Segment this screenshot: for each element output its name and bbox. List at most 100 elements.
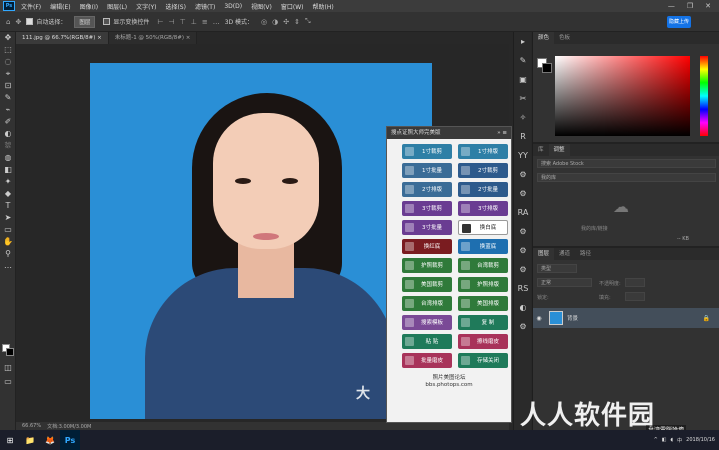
show-transform-checkbox[interactable]: [103, 18, 111, 25]
type-tool-icon[interactable]: T: [0, 200, 16, 212]
layer-kind-filter[interactable]: 类型: [537, 264, 577, 273]
plugin-button[interactable]: 3寸裁剪: [402, 201, 452, 216]
3d-scale-icon[interactable]: ⤡: [305, 17, 311, 26]
3d-rotate-icon[interactable]: ◎: [261, 18, 267, 26]
plugin-button[interactable]: 1寸排版: [458, 144, 508, 159]
tab-layers[interactable]: 图层: [533, 248, 555, 260]
align-left-icon[interactable]: ⊢: [157, 18, 163, 26]
rectangle-tool-icon[interactable]: ▭: [0, 224, 16, 236]
3d-drag-icon[interactable]: ✣: [283, 18, 289, 26]
plugin-button[interactable]: 2寸裁剪: [458, 163, 508, 178]
menu-type[interactable]: 文字(Y): [136, 2, 156, 11]
auto-select-dropdown[interactable]: 图层: [74, 15, 96, 28]
blur-tool-icon[interactable]: ✦: [0, 176, 16, 188]
plugin-button[interactable]: 存储关闭: [458, 353, 508, 368]
clock-date[interactable]: 2018/10/16: [686, 437, 715, 443]
zoom-level[interactable]: 66.67%: [22, 423, 41, 429]
menu-image[interactable]: 图像(I): [80, 2, 98, 11]
tray-volume-icon[interactable]: ◖: [671, 437, 674, 443]
home-icon[interactable]: ⌂: [6, 18, 10, 26]
plugin-button[interactable]: 2寸批量: [458, 182, 508, 197]
tab-channels[interactable]: 通道: [554, 248, 575, 260]
strip-plugin-d-icon[interactable]: ⚙: [514, 241, 532, 260]
strip-ra-icon[interactable]: RA: [514, 203, 532, 222]
color-bg-swatch[interactable]: [542, 63, 552, 73]
marquee-tool-icon[interactable]: ⬚: [0, 44, 16, 56]
plugin-button[interactable]: 2寸排版: [402, 182, 452, 197]
layer-row-background[interactable]: ◉ 背景 🔒: [533, 308, 719, 328]
plugin-button[interactable]: 复 制: [458, 315, 508, 330]
strip-brush-icon[interactable]: ✎: [514, 51, 532, 70]
plugin-button[interactable]: 3寸批量: [402, 220, 452, 235]
move-tool-icon[interactable]: ✥: [0, 32, 16, 44]
portrait-photo[interactable]: [90, 63, 432, 419]
more-options-icon[interactable]: …: [213, 18, 220, 26]
tab-untitled-1[interactable]: 未标题-1 @ 50%(RGB/8#) ×: [108, 32, 198, 44]
menu-select[interactable]: 选择(S): [165, 2, 186, 11]
strip-layers-icon[interactable]: ▣: [514, 70, 532, 89]
tab-libraries[interactable]: 库: [533, 144, 549, 156]
background-color-swatch[interactable]: [6, 348, 14, 356]
align-top-icon[interactable]: ⊥: [191, 18, 197, 26]
plugin-menu-icon[interactable]: » ≡: [497, 127, 507, 139]
menu-help[interactable]: 帮助(H): [313, 2, 334, 11]
menu-layer[interactable]: 图层(L): [107, 2, 127, 11]
windows-start-icon[interactable]: ⊞: [0, 430, 20, 450]
plugin-button[interactable]: 擦线磨皮: [458, 334, 508, 349]
move-tool-icon[interactable]: ✥: [15, 18, 21, 26]
strip-star-icon[interactable]: ✧: [514, 108, 532, 127]
menu-window[interactable]: 窗口(W): [281, 2, 304, 11]
strip-rs-icon[interactable]: RS: [514, 279, 532, 298]
strip-circle-icon[interactable]: ◐: [514, 298, 532, 317]
pen-tool-icon[interactable]: ◆: [0, 188, 16, 200]
tab-111-jpg[interactable]: 111.jpg @ 66.7%(RGB/8#) ×: [16, 32, 109, 44]
3d-slide-icon[interactable]: ⇕: [294, 18, 300, 26]
plugin-button[interactable]: 1寸裁剪: [402, 144, 452, 159]
hand-tool-icon[interactable]: ✋: [0, 236, 16, 248]
screen-mode-icon[interactable]: ▭: [0, 376, 16, 388]
opacity-field[interactable]: [625, 278, 645, 287]
plugin-button[interactable]: 护照裁剪: [402, 258, 452, 273]
plugin-button[interactable]: 美国裁剪: [402, 277, 452, 292]
file-explorer-icon[interactable]: 📁: [20, 430, 40, 450]
quick-mask-icon[interactable]: ◫: [0, 362, 16, 374]
plugin-button[interactable]: 换红底: [402, 239, 452, 254]
3d-roll-icon[interactable]: ◑: [272, 18, 278, 26]
gradient-tool-icon[interactable]: ◧: [0, 164, 16, 176]
tray-up-icon[interactable]: ^: [654, 437, 658, 443]
library-select[interactable]: 我的库: [537, 173, 716, 182]
plugin-header[interactable]: 搜点证照大师完美版 » ≡: [387, 127, 511, 139]
eyedropper-tool-icon[interactable]: ✎: [0, 92, 16, 104]
tab-adjustments[interactable]: 调整: [548, 144, 570, 156]
distribute-icon[interactable]: ≡: [202, 18, 208, 26]
plugin-button[interactable]: 护照排版: [458, 277, 508, 292]
more-tools-icon[interactable]: …: [0, 260, 16, 272]
plugin-button[interactable]: 批量磨皮: [402, 353, 452, 368]
plugin-footer-url[interactable]: bbs.photops.com: [387, 382, 511, 389]
strip-play-icon[interactable]: ▸: [514, 32, 532, 51]
crop-tool-icon[interactable]: ⊡: [0, 80, 16, 92]
brush-tool-icon[interactable]: ✐: [0, 116, 16, 128]
firefox-icon[interactable]: 🦊: [40, 430, 60, 450]
strip-r-icon[interactable]: R: [514, 127, 532, 146]
path-select-tool-icon[interactable]: ➤: [0, 212, 16, 224]
plugin-button[interactable]: 3寸排版: [458, 201, 508, 216]
cloud-upload-button[interactable]: 隐藏上传: [667, 16, 691, 28]
history-brush-tool-icon[interactable]: ⛆: [0, 140, 16, 152]
zoom-tool-icon[interactable]: ⚲: [0, 248, 16, 260]
input-method[interactable]: 中: [677, 437, 682, 444]
menu-edit[interactable]: 编辑(E): [50, 2, 70, 11]
plugin-button[interactable]: 换白底: [458, 220, 508, 235]
color-picker-field[interactable]: [555, 56, 690, 136]
stock-search-input[interactable]: 搜索 Adobe Stock: [537, 159, 716, 168]
menu-3d[interactable]: 3D(D): [224, 3, 242, 10]
photoshop-taskbar-icon[interactable]: Ps: [60, 430, 80, 450]
menu-file[interactable]: 文件(F): [21, 2, 41, 11]
strip-plugin-e-icon[interactable]: ⚙: [514, 260, 532, 279]
plugin-button[interactable]: 台湾裁剪: [458, 258, 508, 273]
menu-view[interactable]: 视图(V): [251, 2, 272, 11]
tab-swatches[interactable]: 色板: [554, 32, 575, 44]
plugin-button[interactable]: 美国排版: [458, 296, 508, 311]
hue-slider[interactable]: [700, 56, 708, 136]
visibility-eye-icon[interactable]: ◉: [533, 315, 545, 322]
